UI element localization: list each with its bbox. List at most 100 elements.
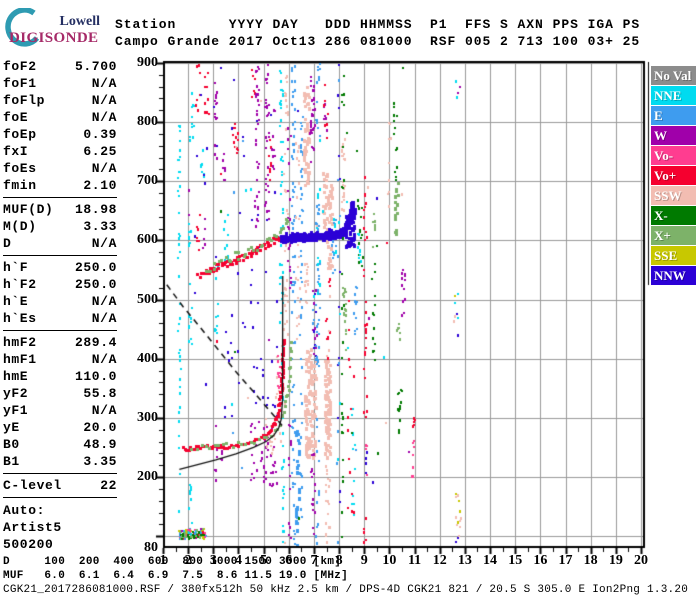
param-value: N/A	[91, 76, 117, 91]
parameter-panel: foF2 5.700 foF1 N/A foFlp N/A foE N/A foEp 0.39 fx…	[3, 58, 117, 553]
param-label: h`Es	[3, 311, 37, 326]
x-tick-label: 9	[360, 553, 368, 568]
param-value: 48.9	[83, 437, 117, 452]
panel-divider	[3, 330, 117, 331]
param-value: 6.25	[83, 144, 117, 159]
panel-divider	[3, 197, 117, 198]
legend-item-noval: No Val	[651, 66, 696, 85]
y-tick-label: 400	[137, 350, 158, 366]
param-label: h`F	[3, 260, 29, 275]
param-value: 289.4	[74, 335, 117, 350]
footer-distance-row: D 100 200 400 600 800 1000 1500 3000 [km…	[3, 556, 342, 568]
panel-divider	[3, 497, 117, 498]
legend-item-sse: SSE	[651, 246, 696, 265]
param-label: yF2	[3, 386, 29, 401]
param-value: 3.35	[83, 454, 117, 469]
x-tick-label: 10	[382, 553, 397, 568]
x-tick-label: 18	[583, 553, 598, 568]
param-row: hmF2 289.4	[3, 334, 117, 351]
x-tick-label: 14	[483, 553, 498, 568]
param-value: N/A	[91, 93, 117, 108]
x-tick-label: 20	[634, 553, 648, 568]
param-value: 18.98	[74, 202, 117, 217]
param-row: h`F 250.0	[3, 259, 117, 276]
param-value: N/A	[91, 236, 117, 251]
param-label: yE	[3, 420, 20, 435]
param-value: N/A	[91, 110, 117, 125]
param-value: 3.33	[83, 219, 117, 234]
y-tick-label: 700	[137, 173, 158, 189]
param-label: Auto:	[3, 503, 46, 518]
param-label: foEp	[3, 127, 37, 142]
param-row: B1 3.35	[3, 453, 117, 470]
param-row: fmin 2.10	[3, 177, 117, 194]
param-row: M(D) 3.33	[3, 218, 117, 235]
param-value: 0.39	[83, 127, 117, 142]
param-label: B1	[3, 454, 20, 469]
param-group: foF2 5.700 foF1 N/A foFlp N/A foE N/A foEp 0.39 fx…	[3, 58, 117, 194]
param-value: N/A	[91, 352, 117, 367]
param-label: h`F2	[3, 277, 37, 292]
param-label: h`E	[3, 294, 29, 309]
param-row: foF1 N/A	[3, 75, 117, 92]
param-row: hmE 110.0	[3, 368, 117, 385]
panel-divider	[3, 255, 117, 256]
param-row: MUF(D) 18.98	[3, 201, 117, 218]
param-row: h`Es N/A	[3, 310, 117, 327]
param-group: hmF2 289.4 hmF1 N/A hmE 110.0 yF2 55.8 yF1 N/A yE 2…	[3, 334, 117, 470]
param-row: yF1 N/A	[3, 402, 117, 419]
param-value: N/A	[91, 403, 117, 418]
legend-item-vo: Vo+	[651, 166, 696, 185]
param-row: yF2 55.8	[3, 385, 117, 402]
param-row: fxI 6.25	[3, 143, 117, 160]
y-tick-label: 500	[137, 291, 158, 307]
param-row: yE 20.0	[3, 419, 117, 436]
param-row: B0 48.9	[3, 436, 117, 453]
param-label: foF2	[3, 59, 37, 74]
param-value: 250.0	[74, 277, 117, 292]
param-value: 250.0	[74, 260, 117, 275]
legend-item-e: E	[651, 106, 696, 125]
legend-item-ssw: SSW	[651, 186, 696, 205]
param-value: 20.0	[83, 420, 117, 435]
x-tick-label: 15	[508, 553, 523, 568]
param-value: N/A	[91, 294, 117, 309]
param-label: M(D)	[3, 219, 37, 234]
param-label: MUF(D)	[3, 202, 54, 217]
param-row: C-level 22	[3, 477, 117, 494]
y-tick-label: 300	[137, 409, 158, 425]
param-group: C-level 22	[3, 477, 117, 494]
legend-item-x: X-	[651, 206, 696, 225]
footer-muf-row: MUF 6.0 6.1 6.4 6.9 7.5 8.6 11.5 19.0 [M…	[3, 570, 349, 582]
param-label: fxI	[3, 144, 29, 159]
legend-item-x: X+	[651, 226, 696, 245]
legend-item-nnw: NNW	[651, 266, 696, 285]
legend-item-vo: Vo-	[651, 146, 696, 165]
param-label: yF1	[3, 403, 29, 418]
param-row: Artist5	[3, 519, 117, 536]
param-row: h`E N/A	[3, 293, 117, 310]
digisonde-ionogram-screen: Lowell DIGISONDE Station YYYY DAY DDD HH…	[0, 0, 700, 600]
legend-item-nne: NNE	[651, 86, 696, 105]
param-group: MUF(D) 18.98 M(D) 3.33 D N/A	[3, 201, 117, 252]
param-row: foF2 5.700	[3, 58, 117, 75]
param-row: Auto:	[3, 502, 117, 519]
param-label: C-level	[3, 478, 62, 493]
param-label: hmF2	[3, 335, 37, 350]
param-label: foFlp	[3, 93, 46, 108]
param-label: hmF1	[3, 352, 37, 367]
param-label: hmE	[3, 369, 29, 384]
x-tick-label: 12	[432, 553, 447, 568]
doppler-direction-legend: No Val NNE E W Vo- Vo+ SSW X- X+ SSE NNW	[651, 66, 697, 286]
panel-divider	[3, 473, 117, 474]
legend-item-w: W	[651, 126, 696, 145]
param-label: D	[3, 236, 12, 251]
param-label: 500200	[3, 537, 54, 552]
param-value: N/A	[91, 311, 117, 326]
param-group: Auto: Artist5 500200	[3, 502, 117, 553]
param-label: foEs	[3, 161, 37, 176]
y-tick-label: 200	[137, 469, 158, 485]
param-label: foE	[3, 110, 29, 125]
param-value: 2.10	[83, 178, 117, 193]
param-row: foEs N/A	[3, 160, 117, 177]
